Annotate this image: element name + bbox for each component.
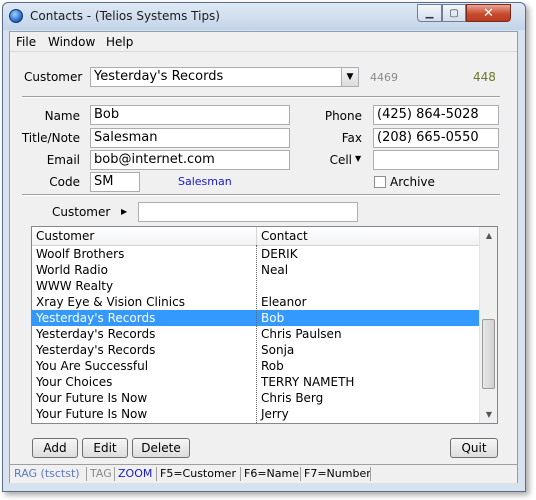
cell-contact: Sonja	[261, 343, 295, 357]
close-icon: ✕	[483, 5, 494, 21]
grid-header-separator	[256, 227, 257, 245]
email-label: Email	[46, 153, 80, 167]
cell-contact: TERRY NAMETH	[261, 375, 355, 389]
client-area: File Window Help Customer Yesterday's Re…	[9, 31, 518, 483]
quit-button[interactable]: Quit	[450, 438, 498, 458]
contacts-grid[interactable]: Customer Contact Woolf Brothers DERIK Worl…	[31, 226, 498, 424]
cell-contact: DERIK	[261, 247, 298, 261]
chevron-down-icon: ▼	[346, 72, 354, 82]
cell-customer: WWW Realty	[36, 279, 114, 293]
code-field[interactable]: SM	[90, 172, 140, 192]
phone-label: Phone	[324, 109, 362, 123]
status-zoom: ZOOM	[118, 467, 153, 480]
grid-header-customer[interactable]: Customer	[36, 229, 94, 243]
cell-label[interactable]: Cell	[304, 153, 352, 167]
cell-customer: Yesterday's Records	[36, 311, 156, 325]
cell-dropdown-icon[interactable]: ▼	[355, 154, 361, 163]
customer-id-gray: 4469	[370, 71, 398, 84]
archive-label: Archive	[390, 175, 435, 189]
scroll-down-icon[interactable]: ▼	[480, 406, 497, 423]
app-globe-icon	[9, 9, 23, 23]
archive-checkbox[interactable]	[374, 176, 386, 188]
menu-bar: File Window Help	[10, 32, 517, 52]
title-bar[interactable]: Contacts - (Telios Systems Tips) ▁ ▢ ✕	[3, 3, 525, 30]
customer-id-green: 448	[473, 70, 496, 84]
status-f5: F5=Customer	[160, 467, 236, 480]
menu-help[interactable]: Help	[106, 35, 133, 49]
cell-contact: Chris Paulsen	[261, 327, 342, 341]
status-bar: RAG (tsctst) TAG ZOOM F5=Customer F6=Nam…	[10, 464, 517, 483]
status-separator	[240, 467, 241, 481]
divider-top	[22, 96, 500, 98]
maximize-icon: ▢	[449, 7, 459, 19]
grid-header-contact[interactable]: Contact	[261, 229, 308, 243]
scroll-up-icon[interactable]: ▲	[480, 227, 497, 244]
cell-customer: Your Choices	[36, 375, 113, 389]
code-description: Salesman	[178, 175, 232, 188]
cell-customer: You Are Successful	[36, 359, 149, 373]
cell-contact: Neal	[261, 263, 289, 277]
cell-contact: Eleanor	[261, 295, 307, 309]
status-rag: RAG (tsctst)	[14, 467, 80, 480]
status-f6: F6=Name	[244, 467, 299, 480]
scroll-thumb[interactable]	[482, 319, 495, 389]
cell-contact: Bob	[261, 311, 285, 325]
minimize-button[interactable]: ▁	[417, 4, 442, 22]
cell-customer: Woolf Brothers	[36, 247, 125, 261]
filter-customer-input[interactable]	[138, 202, 358, 222]
cell-contact: Jerry	[261, 407, 289, 421]
status-separator	[300, 467, 301, 481]
email-field[interactable]: bob@internet.com	[90, 150, 290, 170]
name-label: Name	[44, 109, 80, 123]
status-separator	[86, 467, 87, 481]
code-label: Code	[49, 175, 80, 189]
status-separator	[370, 467, 371, 481]
close-button[interactable]: ✕	[466, 4, 511, 22]
fax-field[interactable]: (208) 665-0550	[373, 128, 499, 148]
divider-middle	[22, 194, 500, 196]
window-title: Contacts - (Telios Systems Tips)	[30, 9, 220, 23]
chevron-right-icon: ▶	[121, 207, 128, 216]
cell-contact: Chris Berg	[261, 391, 324, 405]
maximize-button[interactable]: ▢	[442, 4, 466, 22]
cell-customer: World Radio	[36, 263, 108, 277]
status-f7: F7=Number	[304, 467, 371, 480]
contacts-window: Contacts - (Telios Systems Tips) ▁ ▢ ✕ F…	[2, 2, 526, 492]
title-note-field[interactable]: Salesman	[90, 128, 290, 148]
add-button[interactable]: Add	[32, 438, 78, 458]
status-tag: TAG	[90, 467, 112, 480]
name-field[interactable]: Bob	[90, 105, 290, 125]
customer-label: Customer	[24, 70, 83, 84]
cell-customer: Xray Eye & Vision Clinics	[36, 295, 185, 309]
grid-header: Customer Contact	[32, 227, 479, 246]
cell-customer: Your Future Is Now	[36, 407, 148, 421]
fax-label: Fax	[341, 131, 362, 145]
cell-customer: Yesterday's Records	[36, 327, 156, 341]
vertical-scrollbar[interactable]: ▲ ▼	[479, 227, 497, 423]
title-note-label: Title/Note	[21, 131, 80, 145]
cell-contact: Rob	[261, 359, 284, 373]
menu-window[interactable]: Window	[48, 35, 95, 49]
minimize-icon: ▁	[425, 7, 434, 19]
grid-column-divider	[256, 245, 257, 423]
status-separator	[114, 467, 115, 481]
edit-button[interactable]: Edit	[82, 438, 128, 458]
customer-dropdown-button[interactable]: ▼	[341, 67, 359, 87]
customer-combo[interactable]: Yesterday's Records	[90, 67, 342, 87]
phone-field[interactable]: (425) 864-5028	[373, 105, 499, 125]
status-separator	[156, 467, 157, 481]
cell-field[interactable]	[373, 150, 499, 170]
filter-customer-label: Customer	[52, 205, 111, 219]
menu-file[interactable]: File	[16, 35, 36, 49]
delete-button[interactable]: Delete	[132, 438, 190, 458]
cell-customer: Yesterday's Records	[36, 343, 156, 357]
cell-customer: Your Future Is Now	[36, 391, 148, 405]
